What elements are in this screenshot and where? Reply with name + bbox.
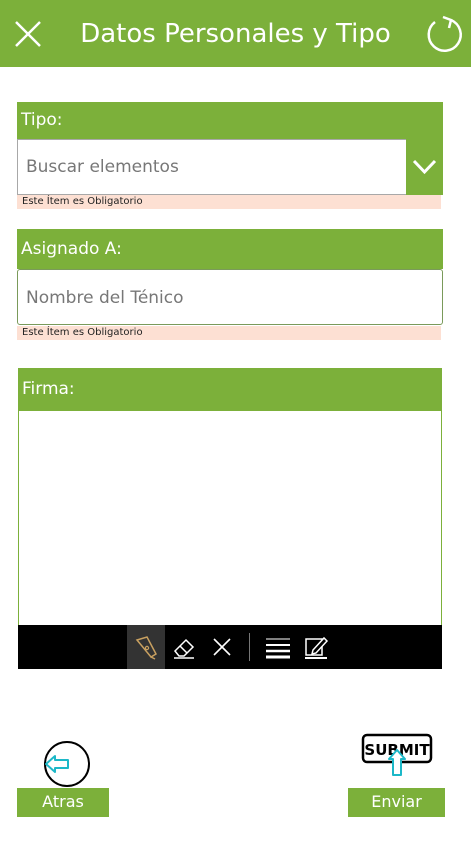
stroke-width-button[interactable] xyxy=(259,625,297,669)
tipo-dropdown-button[interactable] xyxy=(406,139,443,195)
pen-tool-button[interactable] xyxy=(127,625,165,669)
color-edit-button[interactable] xyxy=(297,625,335,669)
toolbar-divider xyxy=(249,633,250,661)
signature-pad[interactable] xyxy=(18,410,442,626)
refresh-icon xyxy=(427,15,462,52)
asignado-required-message: Este Ítem es Obligatorio xyxy=(17,326,441,340)
tipo-label: Tipo: xyxy=(17,102,443,139)
tipo-required-message: Este Ítem es Obligatorio xyxy=(17,195,441,209)
chevron-down-icon xyxy=(412,159,437,175)
back-arrow-icon xyxy=(44,741,90,787)
submit-icon: SUBMIT xyxy=(361,733,433,776)
tecnico-placeholder: Nombre del Ténico xyxy=(26,288,184,308)
signature-toolbar xyxy=(18,625,442,669)
back-button[interactable]: Atras xyxy=(17,788,109,817)
pen-icon xyxy=(135,636,157,660)
asignado-label: Asignado A: xyxy=(17,229,443,269)
eraser-tool-button[interactable] xyxy=(165,625,203,669)
tipo-placeholder: Buscar elementos xyxy=(26,157,179,177)
clear-tool-button[interactable] xyxy=(203,625,241,669)
submit-image-button[interactable]: SUBMIT xyxy=(361,733,433,779)
stroke-width-icon xyxy=(266,638,290,659)
back-arrow-button[interactable] xyxy=(43,741,93,787)
clear-icon xyxy=(213,638,231,656)
color-edit-icon xyxy=(305,636,329,659)
page-title: Datos Personales y Tipo xyxy=(80,19,391,49)
tipo-search-input[interactable]: Buscar elementos xyxy=(17,139,407,195)
refresh-button[interactable] xyxy=(423,13,465,55)
tecnico-name-input[interactable]: Nombre del Ténico xyxy=(17,269,443,325)
submit-button[interactable]: Enviar xyxy=(348,788,445,817)
firma-label: Firma: xyxy=(18,368,442,410)
eraser-icon xyxy=(173,638,195,659)
